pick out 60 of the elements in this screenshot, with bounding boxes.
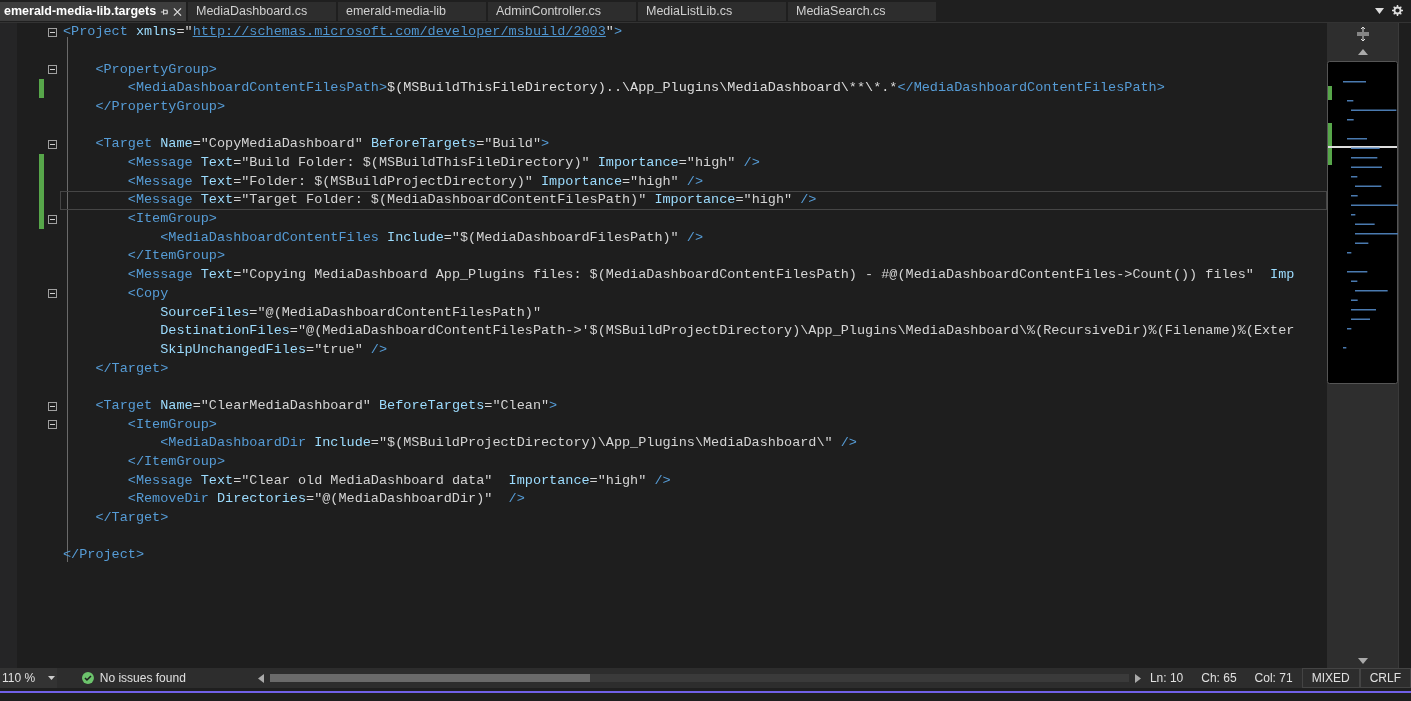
collapse-icon[interactable]: [48, 214, 57, 224]
code-text: <Message Text="Copying MediaDashboard App_Plugins files: $(MediaDashboardContentFilesPath) - #@(MediaDashboardContentFiles->Count()) files" Imp: [126, 266, 1295, 284]
code-text: </ItemGroup>: [126, 248, 226, 265]
code-text: <Target Name="ClearMediaDashboard" BeforeTargets="Clean">: [94, 397, 558, 415]
editor-tab[interactable]: emerald-media-lib: [338, 2, 486, 21]
line-ending-indicator[interactable]: MIXED: [1301, 668, 1360, 688]
zoom-dropdown[interactable]: 110 %: [0, 668, 57, 688]
settings-icon[interactable]: [1392, 5, 1403, 16]
code-text: </PropertyGroup>: [94, 98, 226, 116]
collapse-icon[interactable]: [48, 401, 57, 411]
code-text: </ItemGroup>: [126, 453, 226, 471]
editor-tab[interactable]: MediaSearch.cs: [788, 2, 936, 21]
code-text: SkipUnchangedFiles="true" />: [159, 341, 388, 359]
code-text: <Message Text="Build Folder: $(MSBuildThisFileDirectory)" Importance="high" />: [126, 154, 760, 172]
code-text: <MediaDashboardContentFilesPath>$(MSBuildThisFileDirectory)..\App_Plugins\MediaDashboard\**\*.*</MediaDashboardContentFilesPath>: [126, 80, 1165, 97]
code-text: </Target>: [94, 360, 169, 378]
scroll-up-icon[interactable]: [1357, 49, 1368, 55]
code-text: <MediaDashboardDir Include="$(MSBuildProjectDirectory)\App_Plugins\MediaDashboard\" />: [159, 435, 857, 452]
collapse-icon[interactable]: [48, 65, 57, 75]
line-ending-indicator[interactable]: CRLF: [1359, 668, 1411, 688]
editor-tab[interactable]: MediaListLib.cs: [638, 2, 786, 21]
collapse-icon[interactable]: [48, 420, 57, 430]
vertical-scrollbar[interactable]: [1327, 23, 1398, 668]
code-text: <RemoveDir Directories="@(MediaDashboardDir)" />: [126, 491, 525, 508]
dropdown-caret-icon: [47, 676, 55, 680]
collapse-icon[interactable]: [48, 139, 57, 149]
scroll-down-icon[interactable]: [1357, 658, 1368, 664]
code-text: <Copy: [126, 285, 169, 303]
issues-status[interactable]: No issues found: [99, 669, 186, 687]
dropdown-caret-icon[interactable]: [1375, 7, 1384, 14]
code-text: <Message Text="Folder: $(MSBuildProjectDirectory)" Importance="high" />: [126, 173, 704, 191]
cursor-position[interactable]: Col: 71: [1245, 669, 1302, 687]
code-text: <PropertyGroup>: [94, 61, 217, 79]
code-text: SourceFiles="@(MediaDashboardContentFilesPath)": [159, 304, 541, 321]
editor-tab[interactable]: MediaDashboard.cs: [188, 2, 336, 21]
editor-tab[interactable]: AdminController.cs: [488, 2, 636, 21]
editor-tab[interactable]: emerald-media-lib.targets: [0, 2, 186, 21]
horizontal-scrollbar[interactable]: [269, 674, 1129, 682]
collapse-icon[interactable]: [48, 27, 57, 37]
code-text: <ItemGroup>: [126, 210, 217, 228]
collapse-icon[interactable]: [48, 289, 57, 299]
code-text: <Message Text="Clear old MediaDashboard data" Importance="high" />: [126, 472, 671, 490]
code-text: <ItemGroup>: [126, 416, 217, 434]
code-text: </Project>: [63, 547, 144, 564]
pin-icon[interactable]: [160, 6, 170, 17]
split-icon[interactable]: [1356, 27, 1369, 41]
code-text: <MediaDashboardContentFiles Include="$(MediaDashboardFilesPath)" />: [159, 229, 704, 247]
code-text: <Project xmlns="http://schemas.microsoft.com/developer/msbuild/2003">: [63, 24, 622, 41]
code-text: </Target>: [94, 509, 169, 527]
zoom-level: 110 %: [2, 670, 36, 687]
minimap-drawing[interactable]: [1327, 61, 1398, 384]
code-text: DestinationFiles="@(MediaDashboardContentFilesPath->'$(MSBuildProjectDirectory)\App_Plugins\MediaDashboard\%(RecursiveDir)%(Filename)%(Exter: [159, 323, 1295, 340]
check-circle-icon[interactable]: [81, 672, 94, 684]
scroll-right-icon[interactable]: [1134, 673, 1141, 683]
scroll-left-icon[interactable]: [257, 673, 264, 683]
code-text: <Target Name="CopyMediaDashboard" BeforeTargets="Build">: [94, 136, 550, 153]
code-text: <Message Text="Target Folder: $(MediaDashboardContentFilesPath)" Importance="high" />: [126, 192, 817, 209]
cursor-position[interactable]: Ch: 65: [1192, 669, 1246, 687]
close-icon[interactable]: [173, 6, 182, 17]
cursor-position[interactable]: Ln: 10: [1140, 669, 1193, 687]
